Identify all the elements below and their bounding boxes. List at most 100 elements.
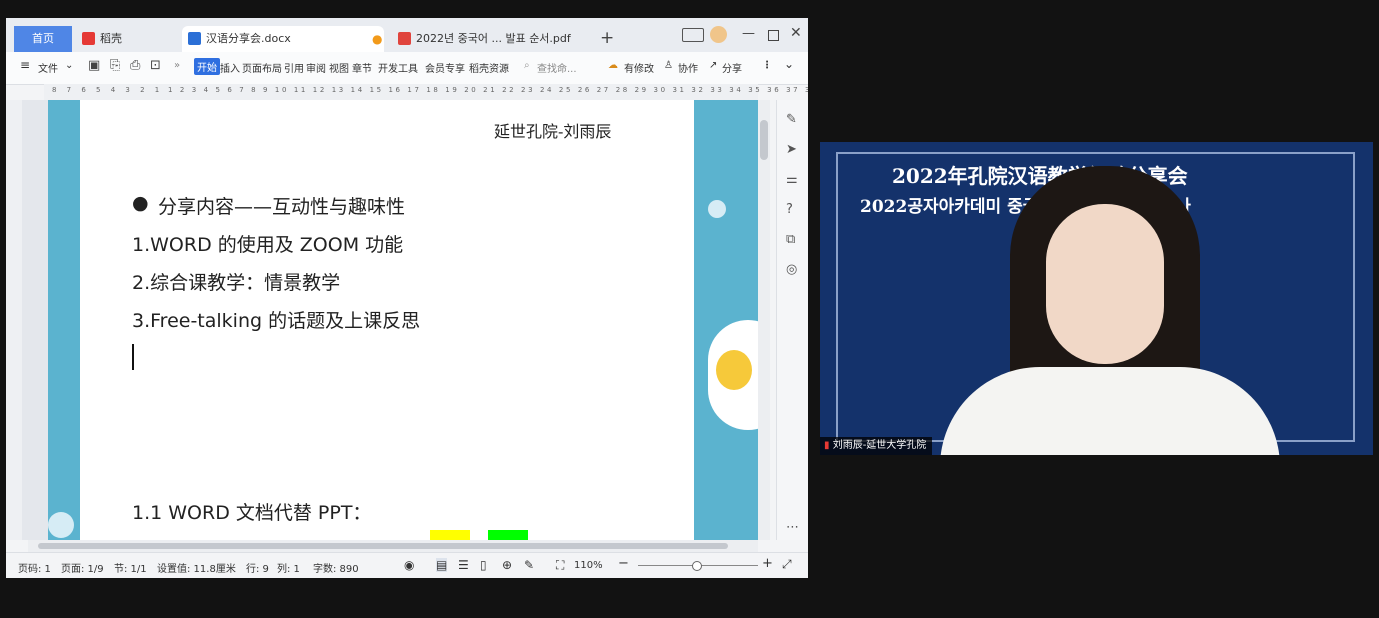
menu-reference[interactable]: 引用 <box>284 60 304 75</box>
page-header: 延世孔院-刘雨辰 <box>494 122 612 141</box>
minimize-icon[interactable]: — <box>742 26 755 41</box>
status-section: 节: 1/1 <box>114 564 147 575</box>
outline-view-icon[interactable]: ☰ <box>458 558 469 572</box>
wps-writer-window: 首页 稻壳 汉语分享会.docx ● 2022년 중국어 ... 발표 순서.p… <box>6 18 808 578</box>
participant-name: 刘雨辰-延世大学孔院 <box>832 440 927 451</box>
layers-icon[interactable]: ⧉ <box>786 232 795 247</box>
doc-line-4: 3.Free-talking 的话题及上课反思 <box>132 310 421 332</box>
close-icon[interactable]: ✕ <box>790 25 802 41</box>
status-row: 行: 9 <box>246 564 269 575</box>
text-cursor <box>132 344 134 370</box>
search-commands[interactable]: 查找命... <box>537 60 577 75</box>
more-tools-icon[interactable]: ⋯ <box>786 520 799 535</box>
yellow-highlight <box>430 530 470 540</box>
share-button[interactable]: 分享 <box>722 60 742 75</box>
pdf-icon <box>398 32 411 45</box>
bullet-icon: ● <box>132 192 149 214</box>
hamburger-icon[interactable]: ≡ <box>20 58 30 72</box>
search-icon: ⌕ <box>524 60 530 71</box>
status-bar: 页码: 1 页面: 1/9 节: 1/1 设置值: 11.8厘米 行: 9 列:… <box>6 552 808 578</box>
resource-icon[interactable]: ◎ <box>786 262 797 277</box>
document-area: 延世孔院-刘雨辰 ● 分享内容——互动性与趣味性 1.WORD 的使用及 ZOO… <box>22 100 758 540</box>
write-view-icon[interactable]: ✎ <box>524 558 534 572</box>
adjust-icon[interactable]: ⚌ <box>786 172 798 187</box>
word-doc-icon <box>188 32 201 45</box>
more-options-icon[interactable]: ⋮ <box>762 60 772 71</box>
save-icon[interactable]: ▣ <box>88 58 100 73</box>
new-tab-button[interactable]: + <box>600 28 614 48</box>
fit-page-icon[interactable]: ⛶ <box>556 558 564 573</box>
zoom-out-button[interactable]: − <box>618 556 629 571</box>
tab-home[interactable]: 首页 <box>14 26 72 52</box>
print-icon[interactable]: ⎙ <box>130 58 140 73</box>
status-col: 列: 1 <box>277 564 300 575</box>
tab-document[interactable]: 汉语分享会.docx ● <box>182 26 384 52</box>
bubble-decoration <box>708 200 726 218</box>
ribbon-toolbar: ≡ 文件 ⌄ ▣ ⎘ ⎙ ⊡ » 开始 插入 页面布局 引用 审阅 视图 章节 … <box>6 52 808 85</box>
green-highlight <box>488 530 528 540</box>
collab-button[interactable]: 协作 <box>678 60 698 75</box>
doc-line-1: 分享内容——互动性与趣味性 <box>158 196 406 218</box>
zoom-level[interactable]: 110% <box>574 560 603 571</box>
maximize-icon[interactable] <box>768 30 779 41</box>
status-words: 字数: 890 <box>313 564 359 575</box>
menu-member[interactable]: 会员专享 <box>425 60 465 75</box>
menu-layout[interactable]: 页面布局 <box>242 60 282 75</box>
collab-icon: ♙ <box>664 60 673 71</box>
page-view-icon[interactable]: ▤ <box>436 558 448 572</box>
ruler-left-numbers: 8 7 6 5 4 3 2 1 <box>52 86 164 94</box>
eye-protect-icon[interactable]: ◉ <box>404 558 414 572</box>
vertical-scrollbar[interactable] <box>758 100 770 540</box>
edit-status[interactable]: 有修改 <box>624 60 654 75</box>
status-page: 页面: 1/9 <box>61 564 104 575</box>
doc-line-3: 2.综合课教学：情景教学 <box>132 272 341 294</box>
tab-pdf[interactable]: 2022년 중국어 ... 발표 순서.pdf <box>392 26 596 52</box>
scrollbar-thumb[interactable] <box>760 120 768 160</box>
horizontal-ruler: 8 7 6 5 4 3 2 1 1 2 3 4 5 6 7 8 9 10 11 … <box>44 84 808 101</box>
fullscreen-icon[interactable]: ⤢ <box>782 557 792 572</box>
menu-developer[interactable]: 开发工具 <box>378 60 418 75</box>
horizontal-scrollbar[interactable] <box>28 540 758 552</box>
menu-view[interactable]: 视图 <box>329 60 349 75</box>
right-sidebar: ✎ ➤ ⚌ ? ⧉ ◎ ⋯ <box>776 100 808 540</box>
tab-bar: 首页 稻壳 汉语分享会.docx ● 2022년 중국어 ... 발표 순서.p… <box>6 18 808 52</box>
share-icon: ↗ <box>709 60 718 71</box>
cloud-sync-icon: ☁ <box>608 60 618 71</box>
status-page-code: 页码: 1 <box>18 564 51 575</box>
flower-center-decoration <box>716 350 752 390</box>
bubble-decoration <box>48 512 74 538</box>
preview-icon[interactable]: ⊡ <box>150 58 161 73</box>
avatar[interactable] <box>710 26 727 43</box>
hscrollbar-thumb[interactable] <box>38 543 728 549</box>
status-setting: 设置值: 11.8厘米 <box>157 564 236 575</box>
web-view-icon[interactable]: ⊕ <box>502 558 512 572</box>
more-icon[interactable]: » <box>174 60 180 71</box>
zoom-slider-thumb[interactable] <box>692 561 702 571</box>
export-icon[interactable]: ⎘ <box>110 58 120 73</box>
video-feed[interactable]: 2022年孔院汉语教学经验分享会 2022공자아카데미 중국어 교수법 양성세미… <box>820 142 1373 455</box>
document-page[interactable]: 延世孔院-刘雨辰 ● 分享内容——互动性与趣味性 1.WORD 的使用及 ZOO… <box>80 100 694 540</box>
read-view-icon[interactable]: ▯ <box>480 558 487 572</box>
menu-chapter[interactable]: 章节 <box>352 60 372 75</box>
tab-daoke[interactable]: 稻壳 <box>76 26 178 52</box>
menu-resources[interactable]: 稻壳资源 <box>469 60 509 75</box>
menu-insert[interactable]: 插入 <box>220 60 240 75</box>
participant-name-tag: ▮ 刘雨辰-延世大学孔院 <box>820 437 933 455</box>
select-arrow-icon[interactable]: ➤ <box>786 142 797 157</box>
daoke-icon <box>82 32 95 45</box>
collapse-ribbon-icon[interactable]: ⌄ <box>784 57 794 71</box>
signal-icon: ▮ <box>824 440 830 451</box>
unsaved-dot-icon: ● <box>372 32 383 46</box>
ruler-numbers: 1 2 3 4 5 6 7 8 9 10 11 12 13 14 15 16 1… <box>168 86 808 94</box>
window-layout-icon[interactable] <box>682 28 704 42</box>
pen-icon[interactable]: ✎ <box>786 112 797 127</box>
speaker-shirt <box>940 367 1280 455</box>
file-menu[interactable]: 文件 <box>38 60 58 75</box>
doc-line-2: 1.WORD 的使用及 ZOOM 功能 <box>132 234 404 256</box>
menu-home[interactable]: 开始 <box>194 58 220 75</box>
zoom-in-button[interactable]: + <box>762 556 773 571</box>
menu-review[interactable]: 审阅 <box>306 60 326 75</box>
chevron-down-icon: ⌄ <box>65 60 74 71</box>
doc-line-5: 1.1 WORD 文档代替 PPT： <box>132 502 372 524</box>
help-icon[interactable]: ? <box>786 202 793 217</box>
